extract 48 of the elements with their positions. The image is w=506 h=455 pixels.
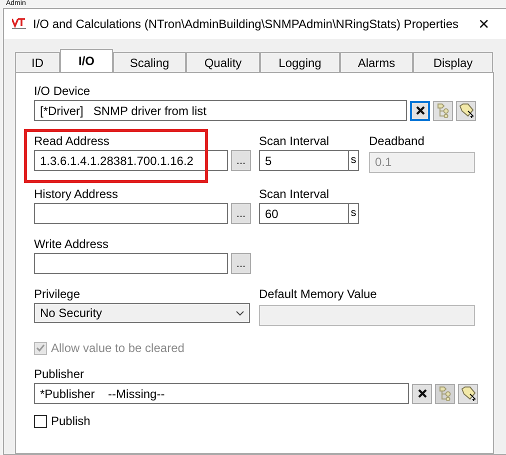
unit-label: s — [349, 150, 359, 171]
field-label: Default Memory Value — [259, 286, 378, 303]
clear-button[interactable] — [410, 100, 430, 120]
tab[interactable]: Display — [413, 52, 493, 72]
close-button[interactable]: ✕ — [469, 14, 499, 34]
field-label: Write Address — [34, 236, 110, 253]
browse-button[interactable]: ... — [231, 253, 251, 274]
chevron-down-icon — [236, 310, 244, 316]
tag-tree-icon — [436, 103, 450, 118]
field-label: Deadband — [369, 133, 426, 150]
checkbox-label: Allow value to be cleared — [51, 340, 184, 357]
address-field[interactable]: 1.3.6.1.4.1.28381.700.1.16.2 — [34, 150, 228, 171]
tab[interactable]: ID — [15, 52, 60, 72]
privilege-dropdown[interactable]: No Security — [34, 303, 250, 323]
address-field[interactable] — [34, 203, 228, 224]
field-label: Scan Interval — [259, 133, 330, 150]
device-field[interactable]: [*Driver] SNMP driver from list — [34, 100, 407, 121]
field-label: I/O Device — [34, 83, 92, 100]
field-label: Publisher — [34, 366, 86, 383]
tab[interactable]: Scaling — [113, 52, 186, 72]
field-label: Read Address — [34, 133, 110, 150]
tab[interactable]: Logging — [260, 52, 340, 72]
tag-button[interactable] — [456, 100, 476, 120]
browse-button[interactable]: ... — [231, 203, 251, 224]
tag-tree-icon — [438, 386, 452, 401]
clear-button[interactable] — [412, 384, 432, 404]
interval-field[interactable]: 5 — [259, 150, 349, 171]
check-icon — [36, 344, 45, 352]
browse-button[interactable]: ... — [231, 150, 251, 171]
checkbox-label: Publish — [51, 413, 90, 430]
tag-button[interactable] — [458, 384, 478, 404]
close-icon — [418, 389, 426, 398]
tab[interactable]: Alarms — [340, 52, 413, 72]
tab[interactable]: I/O — [60, 49, 113, 72]
field-label: Privilege — [34, 286, 82, 303]
field-label: History Address — [34, 186, 120, 203]
window-title: I/O and Calculations (NTron\AdminBuilding\SNMPAdmin\NRingStats) Properties — [33, 16, 459, 33]
field-label: Scan Interval — [259, 186, 330, 203]
tag-cursor-icon — [458, 103, 474, 118]
close-icon — [416, 106, 424, 115]
app-logo-icon — [12, 18, 28, 30]
address-field[interactable] — [34, 253, 228, 274]
tag-cursor-icon — [460, 386, 476, 401]
tab[interactable]: Quality — [186, 52, 260, 72]
checkbox[interactable] — [34, 414, 47, 428]
unit-label: s — [349, 203, 359, 224]
publisher-field[interactable]: *Publisher --Missing-- — [34, 383, 409, 404]
interval-field[interactable]: 60 — [259, 203, 349, 224]
